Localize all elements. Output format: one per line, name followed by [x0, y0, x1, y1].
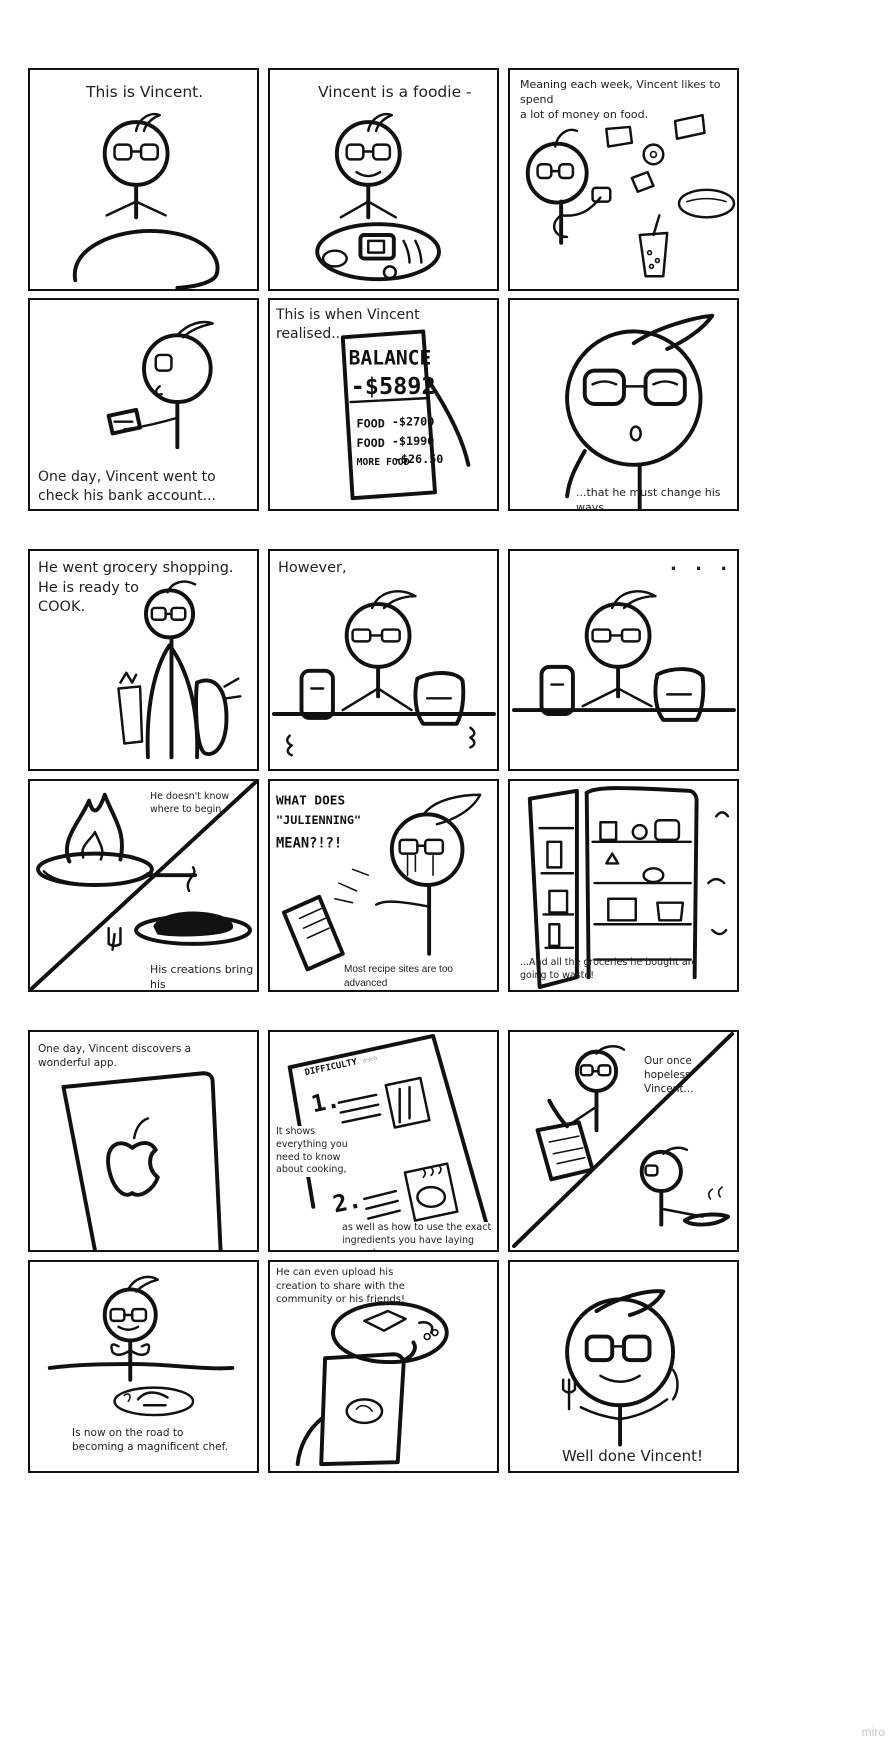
panel-6-caption: ...that he must change his ways.: [576, 486, 721, 511]
panel-10-caption-top: He doesn't know where to begin.: [150, 791, 230, 815]
panel-14-caption-bottom: as well as how to use the exact ingredie…: [342, 1222, 497, 1250]
vincent-confused-groceries-drawing: [272, 590, 496, 757]
comic-panel-2: Vincent is a foodie -: [268, 68, 499, 291]
panel-4-caption: One day, Vincent went to check his bank …: [38, 469, 216, 504]
comic-panel-7: He went grocery shopping. He is ready to…: [28, 549, 259, 771]
handwritten-line-2: "JULIENNING": [276, 813, 361, 827]
panel-1-caption: This is Vincent.: [86, 83, 204, 101]
balance-row-2-value: -$1990: [392, 434, 435, 448]
bank-balance-phone: BALANCE -$5892 FOOD -$2700 FOOD -$1990 M…: [340, 329, 471, 501]
comic-panel-9: . . .: [508, 549, 739, 771]
handwritten-line-3: MEAN?!?!: [276, 836, 342, 852]
vincent-silent-groceries-drawing: [512, 590, 736, 722]
panel-14-caption-mid: It shows everything you need to know abo…: [276, 1126, 348, 1178]
comic-panel-11: WHAT DOES "JULIENNING" MEAN?!?! Most rec…: [268, 779, 499, 992]
uploading-creation-drawing: [295, 1301, 449, 1467]
balance-row-1-label: FOOD: [357, 417, 385, 431]
comic-panel-10: He doesn't know where to begin. His crea…: [28, 779, 259, 992]
comic-panel-17: He can even upload his creation to share…: [268, 1260, 499, 1473]
panel-3-caption: Meaning each week, Vincent likes to spen…: [520, 78, 721, 121]
comic-panel-5: This is when Vincent realised.... BALANC…: [268, 298, 499, 511]
handwritten-line-1: WHAT DOES: [276, 794, 345, 809]
comic-panel-12: ...And all the groceries he bought are g…: [508, 779, 739, 992]
balance-row-2-label: FOOD: [357, 436, 385, 450]
comic-panel-6: ...that he must change his ways.: [508, 298, 739, 511]
balance-row-1-value: -$2700: [392, 415, 435, 429]
balance-row-3-value: -$26.50: [394, 452, 444, 466]
panel-10-caption-bottom: His creations bring his foodie soul to s…: [150, 963, 254, 991]
step-2-number: 2.: [330, 1185, 364, 1218]
comic-panel-4: One day, Vincent went to check his bank …: [28, 298, 259, 511]
panel-11-caption: Most recipe sites are too advanced for p…: [344, 964, 453, 989]
comic-panel-18: Well done Vincent!: [508, 1260, 739, 1473]
vincent-crying-recipe-drawing: WHAT DOES "JULIENNING" MEAN?!?!: [276, 793, 482, 972]
comic-panel-15: Our once hopeless Vincent...: [508, 1030, 739, 1252]
phone-app-drawing: [61, 1071, 223, 1250]
comic-panel-1: This is Vincent.: [28, 68, 259, 291]
comic-panel-16: Is now on the road to becoming a magnifi…: [28, 1260, 259, 1473]
panel-16-caption: Is now on the road to becoming a magnifi…: [72, 1427, 228, 1454]
panel-18-caption: Well done Vincent!: [562, 1447, 703, 1465]
comic-panel-14: DIFFICULTY ☆☆☆ 1. 2. It shows everything…: [268, 1030, 499, 1252]
balance-value: -$5892: [351, 372, 436, 400]
step-1-number: 1.: [309, 1085, 343, 1118]
panel-15-caption: Our once hopeless Vincent...: [644, 1055, 694, 1096]
vincent-proud-drawing: [561, 1289, 679, 1447]
vincent-shocked-drawing: [565, 313, 715, 509]
vincent-with-groceries-drawing: [117, 580, 242, 760]
panel-2-caption: Vincent is a foodie -: [318, 83, 472, 101]
panel-12-caption: ...And all the groceries he bought are g…: [520, 957, 698, 981]
miro-watermark: miro: [861, 1725, 885, 1739]
balance-label: BALANCE: [349, 347, 432, 370]
comic-panel-8: However,: [268, 549, 499, 771]
apple-logo-icon: [106, 1141, 160, 1197]
comic-panel-3: Meaning each week, Vincent likes to spen…: [508, 68, 739, 291]
comic-panel-13: One day, Vincent discovers a wonderful a…: [28, 1030, 259, 1252]
